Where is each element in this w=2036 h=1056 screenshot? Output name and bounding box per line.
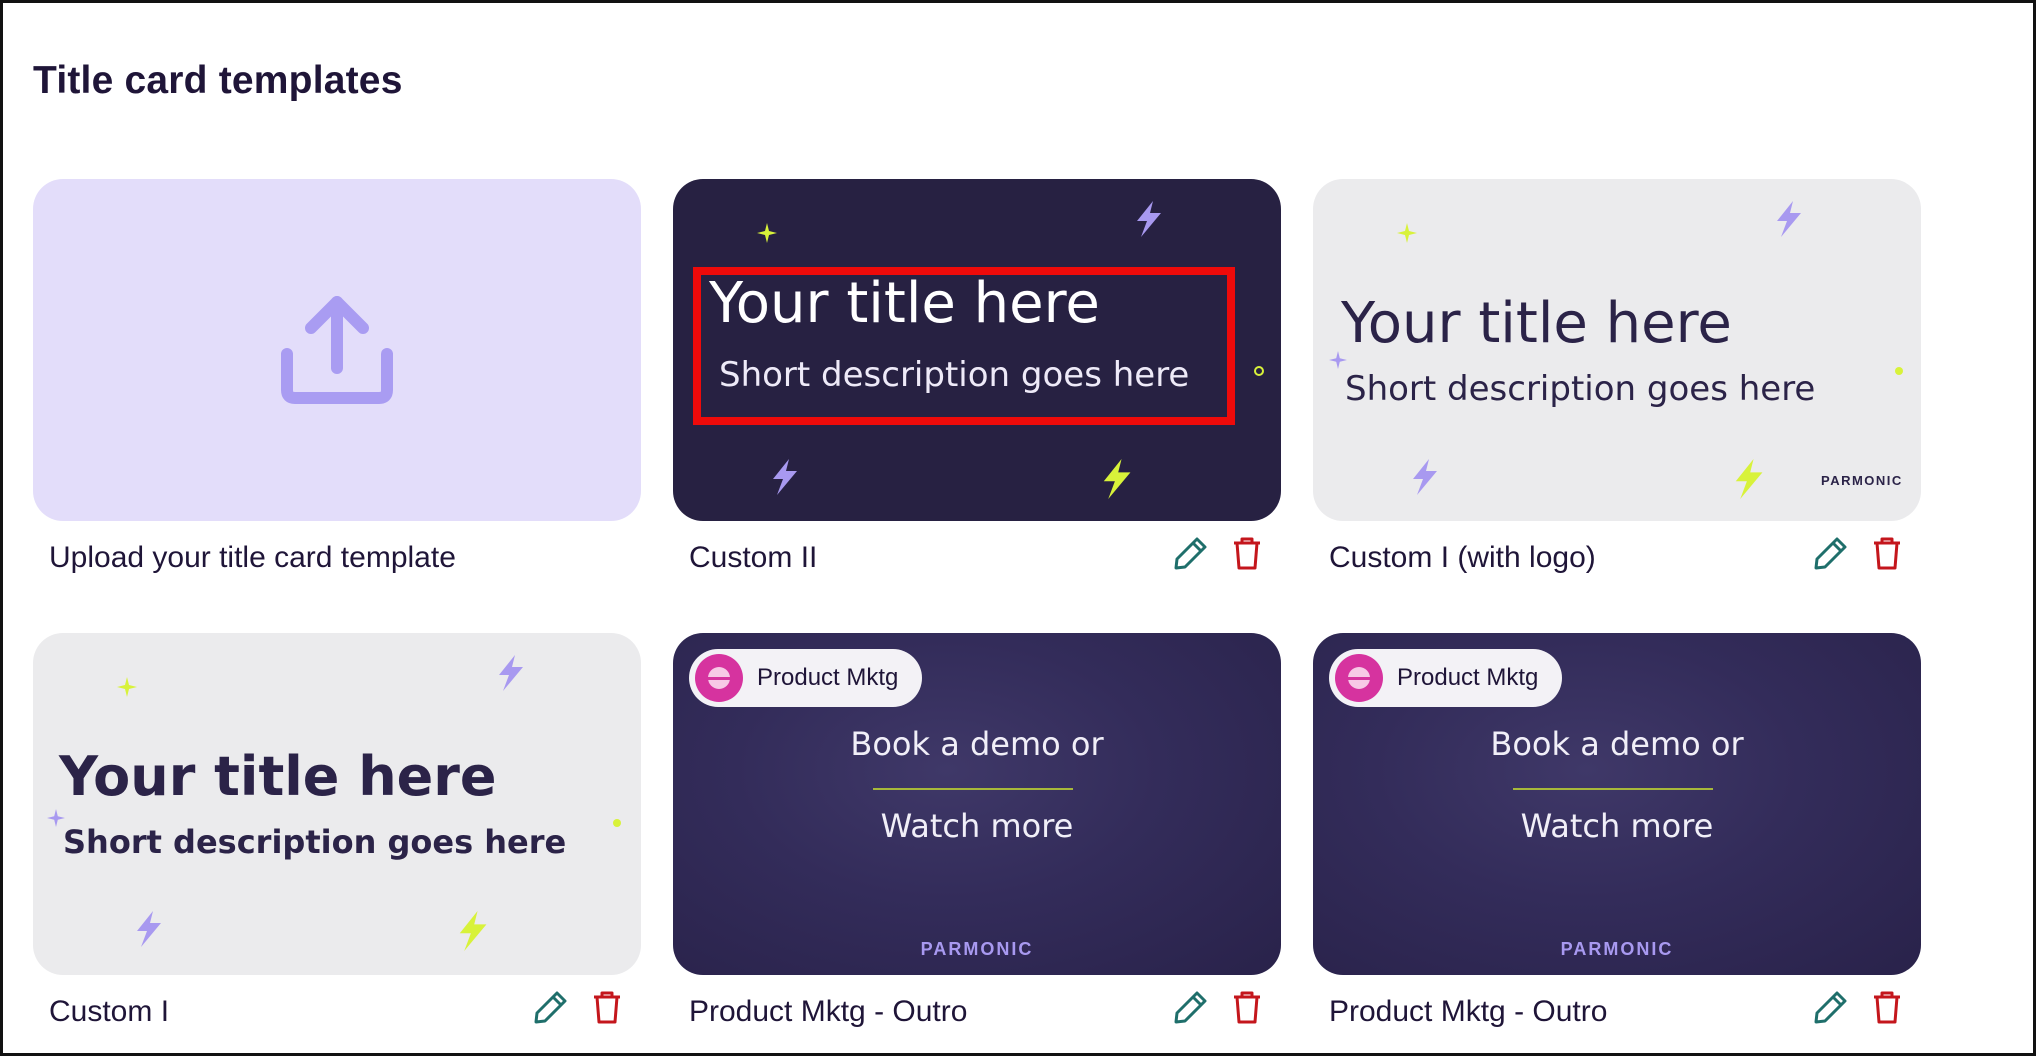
pencil-icon[interactable] xyxy=(1173,535,1209,571)
template-label-custom-i: Custom I xyxy=(49,995,170,1028)
pencil-icon[interactable] xyxy=(1813,535,1849,571)
outro-line-1: Book a demo or xyxy=(850,725,1104,763)
brand-logo-text: PARMONIC xyxy=(1560,939,1674,959)
lightning-icon xyxy=(459,911,487,951)
avatar xyxy=(695,654,743,702)
brand-logo-text: PARMONIC xyxy=(920,939,1034,959)
outro-line-2: Watch more xyxy=(1520,807,1714,845)
card-description: Short description goes here xyxy=(63,823,567,861)
lightning-icon xyxy=(1735,459,1763,499)
brand-logo-text: PARMONIC xyxy=(1821,473,1903,488)
trash-icon[interactable] xyxy=(1229,535,1265,571)
trash-icon[interactable] xyxy=(1869,535,1905,571)
sparkle-icon xyxy=(757,223,777,243)
pencil-icon[interactable] xyxy=(533,989,569,1025)
template-card-custom-i[interactable]: Your title here Short description goes h… xyxy=(33,633,641,975)
outro-line-1: Book a demo or xyxy=(1490,725,1744,763)
badge-label: Product Mktg xyxy=(757,664,899,691)
upload-icon xyxy=(281,296,393,404)
divider xyxy=(873,788,1073,790)
lightning-icon xyxy=(1413,459,1437,495)
upload-template-label: Upload your title card template xyxy=(49,541,456,574)
upload-template-card[interactable] xyxy=(33,179,641,521)
dot-icon xyxy=(1895,367,1903,375)
trash-icon[interactable] xyxy=(1869,989,1905,1025)
template-label-custom-i-with-logo: Custom I (with logo) xyxy=(1329,541,1596,574)
lightning-icon xyxy=(1777,201,1801,237)
dot-icon xyxy=(613,819,621,827)
card-title: Your title here xyxy=(1341,291,1732,356)
lightning-icon xyxy=(1137,201,1161,237)
lightning-icon xyxy=(137,911,161,947)
template-card-product-mktg-outro-2[interactable]: Product Mktg Book a demo or Watch more P… xyxy=(1313,633,1921,975)
badge-label: Product Mktg xyxy=(1397,664,1539,691)
card-description: Short description goes here xyxy=(1345,369,1816,409)
page-frame: Title card templates Upload your title c… xyxy=(0,0,2036,1056)
template-label-product-mktg-outro-2: Product Mktg - Outro xyxy=(1329,995,1608,1028)
trash-icon[interactable] xyxy=(1229,989,1265,1025)
pencil-icon[interactable] xyxy=(1813,989,1849,1025)
template-label-product-mktg-outro: Product Mktg - Outro xyxy=(689,995,968,1028)
badge-pill: Product Mktg xyxy=(689,649,923,707)
avatar xyxy=(1335,654,1383,702)
lightning-icon xyxy=(1103,459,1131,499)
ring-icon xyxy=(1254,366,1264,376)
selection-highlight xyxy=(693,267,1235,425)
template-card-custom-i-with-logo[interactable]: Your title here Short description goes h… xyxy=(1313,179,1921,521)
page-title: Title card templates xyxy=(33,59,403,102)
divider xyxy=(1513,788,1713,790)
card-title: Your title here xyxy=(59,745,497,808)
outro-line-2: Watch more xyxy=(880,807,1074,845)
template-label-custom-ii: Custom II xyxy=(689,541,818,574)
sparkle-icon xyxy=(117,677,137,697)
template-card-product-mktg-outro[interactable]: Product Mktg Book a demo or Watch more P… xyxy=(673,633,1281,975)
sparkle-icon xyxy=(1397,223,1417,243)
badge-pill: Product Mktg xyxy=(1329,649,1563,707)
lightning-icon xyxy=(773,459,797,495)
pencil-icon[interactable] xyxy=(1173,989,1209,1025)
trash-icon[interactable] xyxy=(589,989,625,1025)
lightning-icon xyxy=(499,655,523,691)
